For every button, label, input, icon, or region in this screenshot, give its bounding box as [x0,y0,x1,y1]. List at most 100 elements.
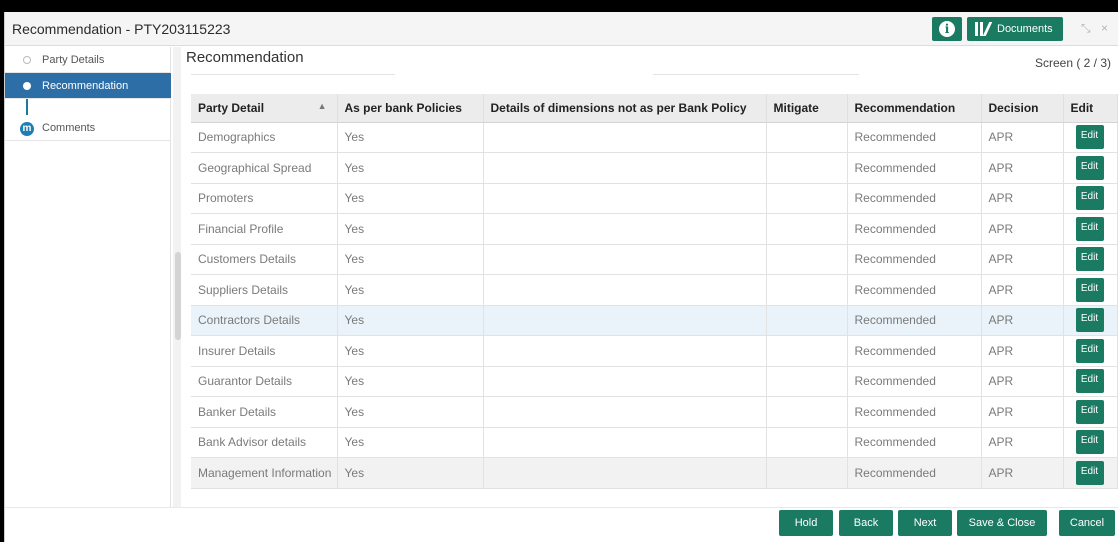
details-cell [483,274,767,306]
info-icon: i [939,21,955,37]
bank-policy-cell: Yes [337,335,484,367]
sort-up-icon[interactable]: ▲ [318,101,327,111]
mitigate-cell [766,335,848,367]
sidebar-item-comments[interactable]: m Comments [5,115,171,141]
mitigate-cell [766,366,848,397]
cancel-button[interactable]: Cancel [1059,510,1115,536]
sidebar-item-label: Comments [42,122,96,134]
sidebar: Party Details Recommendation m Comments [5,47,171,507]
table-row[interactable]: Banker Details Yes Recommended APR Edit [191,396,1118,428]
edit-button[interactable]: Edit [1075,338,1104,363]
edit-button[interactable]: Edit [1075,369,1104,394]
divider [653,74,859,75]
recommendation-cell: Recommended [847,274,982,306]
details-cell [483,183,767,214]
edit-button[interactable]: Edit [1075,247,1104,272]
decision-cell: APR [981,457,1064,489]
party-detail-cell: Guarantor Details [191,366,338,397]
table-row[interactable]: Demographics Yes Recommended APR Edit [191,122,1118,153]
table-row[interactable]: Geographical Spread Yes Recommended APR Edit [191,152,1118,184]
recommendation-table: Party Detail ▲ As per bank Policies Deta… [191,94,1118,489]
column-header-party-detail[interactable]: Party Detail ▲ [191,94,338,123]
step-dot-icon [23,82,31,90]
mitigate-cell [766,122,848,153]
back-button[interactable]: Back [839,510,893,536]
table-row[interactable]: Insurer Details Yes Recommended APR Edit [191,335,1118,367]
edit-button[interactable]: Edit [1075,216,1104,241]
close-icon[interactable]: × [1101,21,1108,35]
details-cell [483,213,767,245]
details-cell [483,396,767,428]
edit-cell: Edit [1063,274,1118,306]
recommendation-cell: Recommended [847,183,982,214]
info-button[interactable]: i [932,17,962,41]
decision-cell: APR [981,335,1064,367]
details-cell [483,457,767,489]
hold-button[interactable]: Hold [779,510,833,536]
recommendation-cell: Recommended [847,427,982,458]
edit-button[interactable]: Edit [1075,155,1104,180]
app-window: Recommendation - PTY203115223 i Document… [4,12,1118,542]
party-detail-cell: Geographical Spread [191,152,338,184]
table-row[interactable]: Financial Profile Yes Recommended APR Edit [191,213,1118,245]
title-bar: Recommendation - PTY203115223 i Document… [5,12,1118,46]
mitigate-cell [766,396,848,428]
recommendation-cell: Recommended [847,457,982,489]
table-row[interactable]: Suppliers Details Yes Recommended APR Edit [191,274,1118,306]
decision-cell: APR [981,213,1064,245]
edit-button[interactable]: Edit [1075,460,1104,485]
edit-button[interactable]: Edit [1075,186,1104,211]
bank-policy-cell: Yes [337,213,484,245]
edit-button[interactable]: Edit [1075,125,1104,150]
edit-button[interactable]: Edit [1075,308,1104,333]
mitigate-cell [766,213,848,245]
recommendation-cell: Recommended [847,366,982,397]
table-row[interactable]: Promoters Yes Recommended APR Edit [191,183,1118,214]
column-header-recommendation: Recommendation [847,94,982,123]
step-dot-icon [23,56,31,64]
table-row[interactable]: Customers Details Yes Recommended APR Edit [191,244,1118,275]
table-row[interactable]: Contractors Details Yes Recommended APR Edit [191,305,1118,336]
details-cell [483,152,767,184]
bank-policy-cell: Yes [337,305,484,336]
section-title: Recommendation [186,49,304,66]
sidebar-item-recommendation[interactable]: Recommendation [5,73,171,99]
edit-button[interactable]: Edit [1075,399,1104,424]
column-header-mitigate: Mitigate [766,94,848,123]
edit-cell: Edit [1063,122,1118,153]
table-row[interactable]: Management Information Yes Recommended APR E… [191,457,1118,489]
bank-policy-cell: Yes [337,427,484,458]
table-header-row: Party Detail ▲ As per bank Policies Deta… [191,94,1118,123]
step-current-icon: m [20,122,34,136]
table-row[interactable]: Bank Advisor details Yes Recommended APR Edi… [191,427,1118,458]
step-connector [26,99,28,115]
bank-policy-cell: Yes [337,274,484,306]
decision-cell: APR [981,122,1064,153]
decision-cell: APR [981,427,1064,458]
edit-cell: Edit [1063,457,1118,489]
edit-cell: Edit [1063,335,1118,367]
sidebar-item-party-details[interactable]: Party Details [5,47,171,73]
next-button[interactable]: Next [898,510,952,536]
documents-button[interactable]: Documents [967,17,1063,41]
details-cell [483,122,767,153]
decision-cell: APR [981,305,1064,336]
save-close-button[interactable]: Save & Close [957,510,1047,536]
scrollbar-thumb[interactable] [175,252,181,340]
recommendation-cell: Recommended [847,213,982,245]
recommendation-cell: Recommended [847,122,982,153]
table-row[interactable]: Guarantor Details Yes Recommended APR Edit [191,366,1118,397]
edit-cell: Edit [1063,366,1118,397]
mitigate-cell [766,457,848,489]
minimize-icon[interactable]: ⤡ [1081,21,1091,36]
edit-button[interactable]: Edit [1075,430,1104,455]
details-cell [483,366,767,397]
decision-cell: APR [981,274,1064,306]
party-detail-cell: Management Information [191,457,338,489]
divider [191,74,395,75]
edit-button[interactable]: Edit [1075,277,1104,302]
edit-cell: Edit [1063,213,1118,245]
party-detail-cell: Demographics [191,122,338,153]
window-title: Recommendation - PTY203115223 [12,21,231,37]
column-header-bank-policies: As per bank Policies [337,94,484,123]
